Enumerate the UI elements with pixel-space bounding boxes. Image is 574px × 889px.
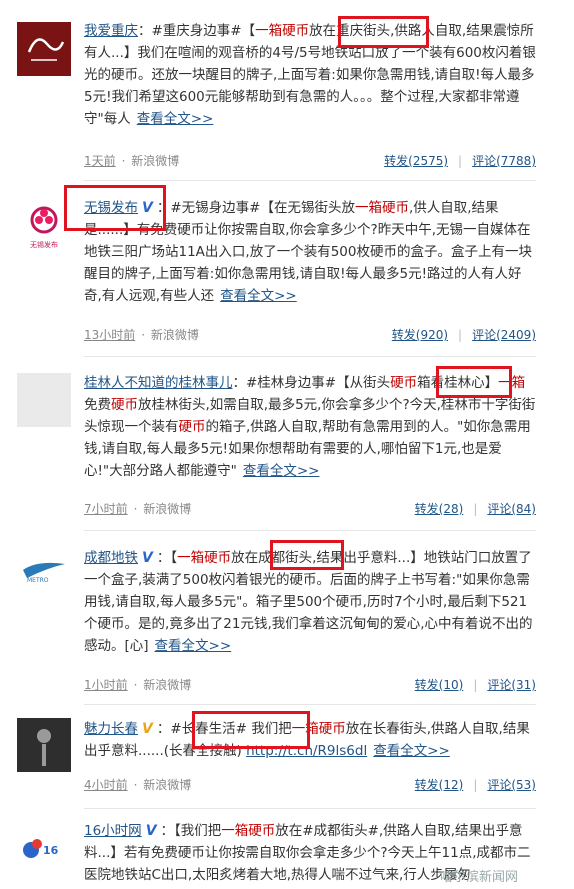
post-username[interactable]: 16小时网 [84,823,142,839]
post-username[interactable]: 魅力长春 [84,721,138,737]
read-more-link[interactable]: 查看全文>> [243,463,320,479]
post-time[interactable]: 4小时前 [84,778,128,792]
avatar-chengdu-metro[interactable]: METRO [17,548,71,602]
divider [84,530,536,531]
keyword: 一箱硬币 [177,550,232,566]
read-more-link[interactable]: 查看全文>> [220,288,297,304]
post-source: 新浪微博 [131,154,180,168]
verified-icon: V [142,550,153,566]
post-username[interactable]: 成都地铁 [84,550,138,566]
forward-link[interactable]: 转发(12) [415,778,464,792]
divider [84,356,536,357]
highlight-box [64,185,166,231]
avatar-woai-chongqing[interactable] [17,22,71,76]
post-time[interactable]: 7小时前 [84,502,128,516]
post-meta: 1天前 · 新浪微博 转发(2575) | 评论(7788) [84,154,536,168]
chongqing-logo-icon [17,22,71,76]
post-time[interactable]: 1天前 [84,154,116,168]
post-meta: 7小时前 · 新浪微博 转发(28) | 评论(84) [84,502,536,516]
avatar-default[interactable] [17,373,71,427]
svg-text:METRO: METRO [27,577,49,584]
keyword: 一箱硬币 [255,23,310,39]
wuxi-logo-icon: 无锡发布 [30,206,58,249]
avatar-16hours[interactable]: 16 [17,826,71,880]
post-source: 新浪微博 [150,328,199,342]
post-source: 新浪微博 [143,778,192,792]
avatar-wuxi-fabu[interactable]: 无锡发布 [17,200,71,254]
svg-text:16: 16 [43,844,59,857]
post-username[interactable]: 我爱重庆 [84,23,138,39]
divider [84,180,536,181]
forward-link[interactable]: 转发(10) [415,678,464,692]
post-text: 魅力长春 V ：#长春生活# 我们把一箱硬币放在长春街头,供路人自取,结果出乎意料.… [84,718,536,762]
forward-link[interactable]: 转发(28) [415,502,464,516]
post-text: 我爱重庆：#重庆身边事#【一箱硬币放在重庆街头,供路人自取,结果震惊所有人...… [84,23,536,127]
post-source: 新浪微博 [143,502,192,516]
default-avatar-icon [17,373,71,427]
metro-logo-icon: METRO [23,562,65,584]
post-meta: 4小时前 · 新浪微博 转发(12) | 评论(53) [84,778,536,792]
divider [84,808,536,809]
svg-text:无锡发布: 无锡发布 [30,240,58,249]
post-source: 新浪微博 [143,678,192,692]
highlight-box [338,16,429,48]
verified-icon: V [142,721,153,737]
post-meta: 1小时前 · 新浪微博 转发(10) | 评论(31) [84,678,536,692]
post-username[interactable]: 桂林人不知道的桂林事儿 [84,375,233,391]
forward-link[interactable]: 转发(920) [392,328,448,342]
comment-link[interactable]: 评论(31) [487,678,536,692]
read-more-link[interactable]: 查看全文>> [155,638,232,654]
keyword: 一箱硬币 [354,200,409,216]
watermark: 哈尔滨新闻网 [440,870,519,885]
avatar-meili-changchun[interactable] [17,718,71,772]
keyword: 一箱硬币 [221,823,276,839]
verified-icon: V [145,823,157,839]
divider [84,704,536,705]
read-more-link[interactable]: 查看全文>> [373,743,450,759]
read-more-link[interactable]: 查看全文>> [137,111,214,127]
comment-link[interactable]: 评论(53) [487,778,536,792]
highlight-box [192,711,310,749]
post-meta: 13小时前 · 新浪微博 转发(920) | 评论(2409) [84,328,536,342]
highlight-box [436,366,512,398]
post-time[interactable]: 13小时前 [84,328,135,342]
comment-link[interactable]: 评论(84) [487,502,536,516]
comment-link[interactable]: 评论(2409) [472,328,536,342]
forward-link[interactable]: 转发(2575) [384,154,448,168]
16hours-logo-icon: 16 [23,839,59,858]
changchun-photo-icon [17,718,71,772]
post-time[interactable]: 1小时前 [84,678,128,692]
highlight-box [270,540,344,570]
comment-link[interactable]: 评论(7788) [472,154,536,168]
